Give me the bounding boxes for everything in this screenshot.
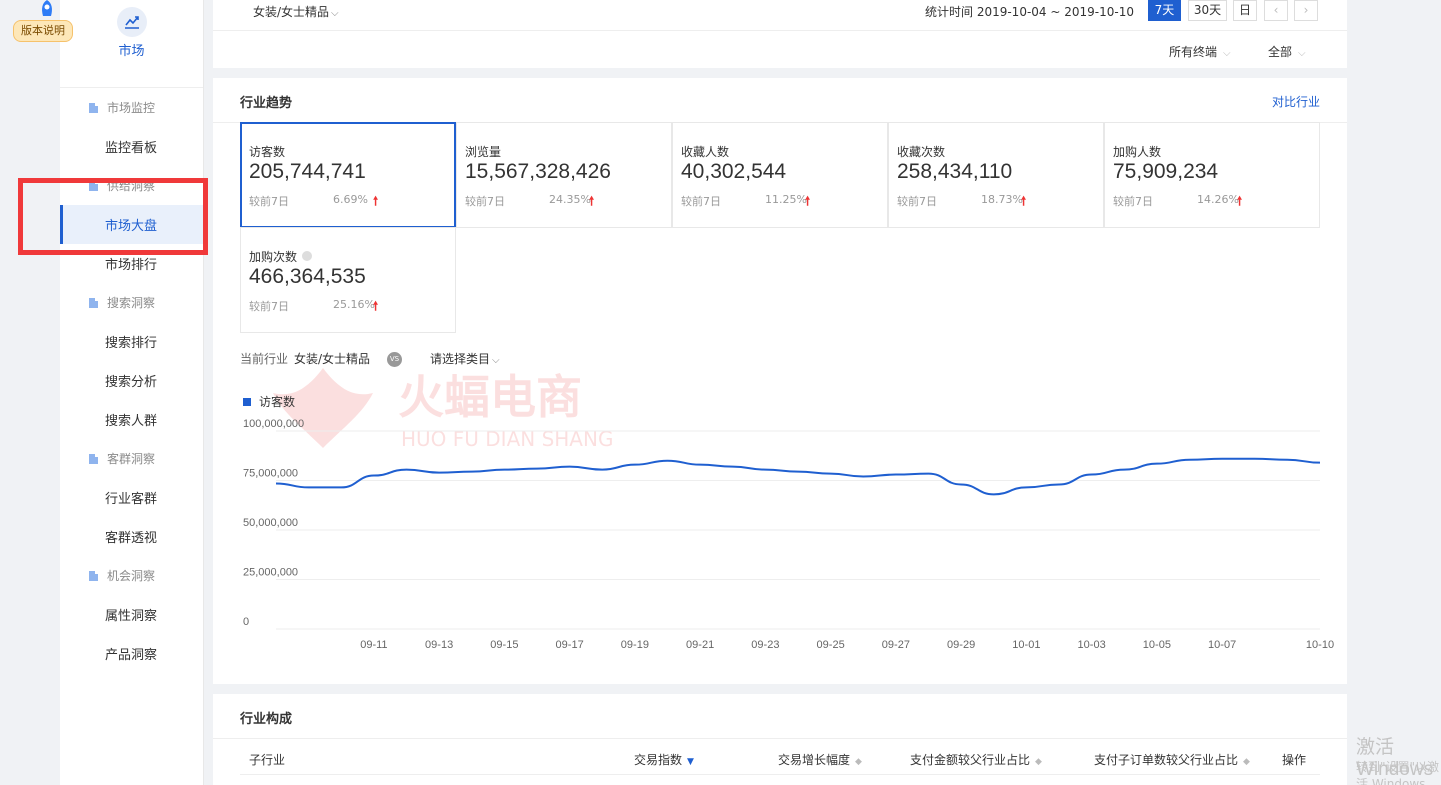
series-line-visitors[interactable]: [275, 457, 1321, 496]
industry-trend-panel: 行业趋势 对比行业 访客数 205,744,741 较前7日 6.69% 🠕 浏览量…: [213, 78, 1347, 684]
sidebar-group-market-monitor: 市场监控: [60, 88, 203, 127]
metric-card-pageviews[interactable]: 浏览量 15,567,328,426 较前7日 24.35% 🠕: [456, 122, 672, 228]
industry-composition-title: 行业构成: [240, 712, 293, 727]
market-chart-icon: [116, 7, 147, 37]
divider: [213, 738, 1347, 739]
y-tick-label: 75,000,000: [243, 468, 298, 480]
sidebar-item-search-ranking[interactable]: 搜索排行: [60, 322, 203, 361]
compare-industry-link[interactable]: 对比行业: [1272, 93, 1320, 110]
vs-icon: VS: [387, 352, 402, 367]
x-tick-label: 10-10: [1306, 639, 1334, 651]
divider: [240, 774, 1320, 775]
metric-card-favorite-users[interactable]: 收藏人数 40,302,544 较前7日 11.25% 🠕: [672, 122, 888, 228]
version-notes-badge[interactable]: 版本说明: [13, 20, 73, 42]
building-icon: [89, 103, 98, 113]
sort-icon: ◆: [1243, 757, 1250, 767]
x-tick-label: 09-21: [686, 639, 714, 651]
col-header-suborder-share[interactable]: 支付子订单数较父行业占比 ◆: [1094, 751, 1250, 768]
date-range: 统计时间 2019-10-04 ~ 2019-10-10: [925, 5, 1134, 19]
sidebar-item-search-crowd[interactable]: 搜索人群: [60, 400, 203, 439]
col-header-payment-share[interactable]: 支付金额较父行业占比 ◆: [910, 751, 1042, 768]
x-tick-label: 09-13: [425, 639, 453, 651]
arrow-up-icon: 🠕: [1021, 194, 1027, 208]
chevron-left-icon: ‹: [1273, 3, 1279, 17]
arrow-up-icon: 🠕: [589, 194, 595, 208]
arrow-up-icon: 🠕: [805, 194, 811, 208]
sidebar-market-label: 市场: [118, 44, 145, 59]
sidebar: 市场 市场监控 监控看板 供给洞察 市场大盘 市场排行 搜索洞察 搜索排行 搜索…: [60, 0, 204, 785]
chevron-down-icon: ⌵: [492, 355, 500, 366]
col-header-trade-growth[interactable]: 交易增长幅度 ◆: [778, 751, 862, 768]
y-tick-label: 0: [243, 616, 249, 628]
sidebar-item-monitor-board[interactable]: 监控看板: [60, 127, 203, 166]
industry-composition-panel: 行业构成 子行业 交易指数 ▼ 交易增长幅度 ◆ 支付金额较父行业占比 ◆ 支付子订单…: [213, 694, 1347, 785]
help-icon[interactable]: [302, 251, 313, 261]
building-icon: [89, 454, 98, 464]
x-tick-label: 09-27: [882, 639, 910, 651]
metric-card-favorite-count[interactable]: 收藏次数 258,434,110 较前7日 18.73% 🠕: [888, 122, 1104, 228]
highlight-box: [18, 178, 208, 255]
arrow-up-icon: 🠕: [373, 299, 379, 313]
prev-period-button[interactable]: ‹: [1264, 0, 1288, 21]
sidebar-item-attribute-insight[interactable]: 属性洞察: [60, 595, 203, 634]
period-30d-button[interactable]: 30天: [1188, 0, 1227, 21]
building-icon: [89, 298, 98, 308]
x-tick-label: 10-07: [1208, 639, 1236, 651]
sidebar-item-customer-perspective[interactable]: 客群透视: [60, 517, 203, 556]
sidebar-market-header[interactable]: 市场: [60, 0, 203, 88]
chevron-down-icon: ⌵: [1223, 48, 1231, 59]
x-tick-label: 10-01: [1012, 639, 1040, 651]
next-period-button[interactable]: ›: [1294, 0, 1318, 21]
sidebar-item-product-insight[interactable]: 产品洞察: [60, 634, 203, 673]
period-7d-button[interactable]: 7天: [1148, 0, 1181, 21]
col-header-trade-index[interactable]: 交易指数 ▼: [634, 751, 694, 768]
metric-card-cart-users[interactable]: 加购人数 75,909,234 较前7日 14.26% 🠕: [1104, 122, 1320, 228]
y-tick-label: 25,000,000: [243, 567, 298, 579]
legend-swatch: [243, 397, 251, 406]
x-tick-label: 09-15: [490, 639, 518, 651]
x-tick-label: 09-29: [947, 639, 975, 651]
col-header-sub-industry: 子行业: [249, 753, 286, 767]
arrow-up-icon: 🠕: [373, 194, 379, 208]
current-industry: 当前行业 女装/女士精品: [240, 352, 371, 366]
category-select[interactable]: 请选择类目 ⌵: [430, 350, 500, 367]
metric-card-visitors[interactable]: 访客数 205,744,741 较前7日 6.69% 🠕: [240, 122, 456, 228]
building-icon: [89, 571, 98, 581]
y-tick-label: 50,000,000: [243, 517, 298, 529]
x-tick-label: 10-05: [1143, 639, 1171, 651]
x-tick-label: 09-19: [621, 639, 649, 651]
windows-activation-subtitle: 转到"设置"以激活 Windows。: [1356, 760, 1440, 785]
top-filter-bar: 女装/女士精品 ⌵ 统计时间 2019-10-04 ~ 2019-10-10 7天…: [213, 0, 1347, 68]
col-header-action: 操作: [1282, 753, 1307, 767]
rocket-icon: [42, 0, 52, 16]
trend-line-chart: 100,000,000 75,000,000 50,000,000 25,000,00…: [243, 418, 1334, 651]
x-tick-label: 09-23: [751, 639, 779, 651]
metric-card-cart-count[interactable]: 加购次数 466,364,535 较前7日 25.16% 🠕: [240, 227, 456, 333]
all-select[interactable]: 全部 ⌵: [1268, 43, 1306, 60]
left-strip: [0, 0, 60, 785]
sidebar-item-industry-customers[interactable]: 行业客群: [60, 478, 203, 517]
sort-desc-icon: ▼: [687, 757, 694, 767]
sidebar-item-search-analysis[interactable]: 搜索分析: [60, 361, 203, 400]
arrow-up-icon: 🠕: [1237, 194, 1243, 208]
industry-trend-title: 行业趋势: [240, 96, 293, 111]
sort-icon: ◆: [1035, 757, 1042, 767]
y-tick-label: 100,000,000: [243, 418, 304, 430]
category-breadcrumb[interactable]: 女装/女士精品 ⌵: [253, 3, 339, 20]
sidebar-group-search-insight: 搜索洞察: [60, 283, 203, 322]
x-tick-label: 10-03: [1078, 639, 1106, 651]
chevron-down-icon: ⌵: [331, 8, 339, 19]
period-day-button[interactable]: 日: [1233, 0, 1257, 21]
x-tick-label: 09-25: [817, 639, 845, 651]
x-tick-label: 09-17: [556, 639, 584, 651]
sidebar-group-customer-insight: 客群洞察: [60, 439, 203, 478]
chevron-down-icon: ⌵: [1298, 48, 1306, 59]
chevron-right-icon: ›: [1303, 3, 1309, 17]
sidebar-group-opportunity-insight: 机会洞察: [60, 556, 203, 595]
terminal-select[interactable]: 所有终端 ⌵: [1169, 43, 1231, 60]
x-tick-label: 09-11: [360, 639, 387, 651]
sort-icon: ◆: [855, 757, 862, 767]
